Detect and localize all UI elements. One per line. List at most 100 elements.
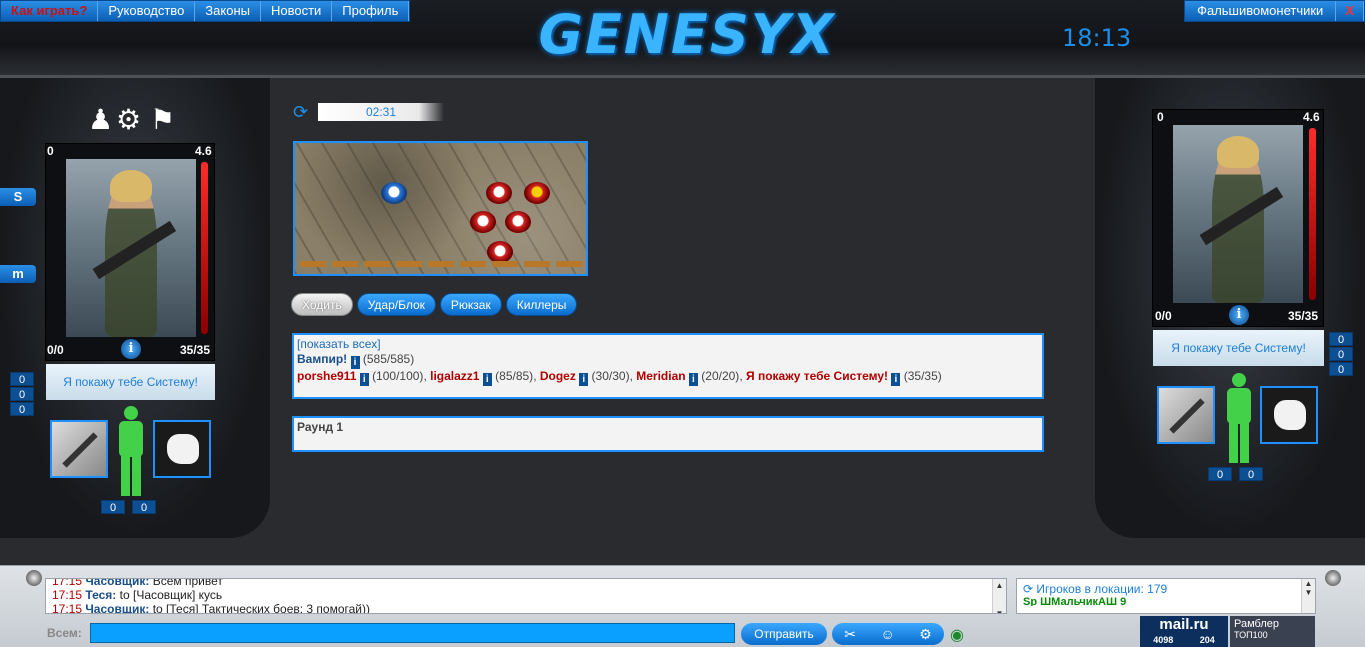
refresh-icon[interactable]: ⟳ xyxy=(1023,582,1033,596)
battle-field[interactable] xyxy=(293,141,588,276)
chat-message-input[interactable] xyxy=(90,623,735,643)
right-info-icon[interactable]: i xyxy=(1229,305,1249,325)
chat-line: 17:15 Теся: to [Часовщик] кусь xyxy=(52,588,223,602)
left-player-name[interactable]: Я покажу тебе Систему! xyxy=(46,364,215,400)
fist-icon xyxy=(167,434,199,464)
red-team-player[interactable]: Я покажу тебе Систему! xyxy=(746,369,888,383)
turn-timer: 02:31 xyxy=(318,103,444,121)
left-body-doll xyxy=(111,406,151,496)
right-stat-right: 4.6 xyxy=(1303,110,1320,124)
left-side-count: 0 xyxy=(10,402,34,416)
left-stat-right: 4.6 xyxy=(195,144,212,158)
tab-attack-block[interactable]: Удар/Блок xyxy=(356,293,436,316)
show-all-link[interactable]: [показать всех] xyxy=(297,337,381,351)
left-bottom-count: 0 xyxy=(132,500,156,514)
send-button[interactable]: Отправить xyxy=(741,623,827,645)
right-body-doll xyxy=(1219,373,1259,463)
enemy-unit-icon[interactable] xyxy=(486,182,512,204)
smiley-icon[interactable]: ☺ xyxy=(880,623,894,645)
red-team-player[interactable]: porshe911 xyxy=(297,369,356,383)
right-counter-right: 35/35 xyxy=(1288,309,1319,323)
player-hp: (30/30) xyxy=(591,369,630,383)
gear-icon[interactable]: ⚙ xyxy=(919,623,932,645)
ally-unit-icon[interactable] xyxy=(381,182,407,204)
enemy-unit-icon[interactable] xyxy=(487,241,513,263)
right-fist-slot[interactable] xyxy=(1260,386,1318,444)
left-fist-slot[interactable] xyxy=(153,420,211,478)
scissors-icon[interactable]: ✂ xyxy=(844,623,856,645)
info-icon[interactable]: i xyxy=(359,373,369,386)
right-side-count: 0 xyxy=(1329,362,1353,376)
enemy-unit-icon[interactable] xyxy=(470,211,496,233)
right-player-avatar[interactable] xyxy=(1173,125,1303,303)
location-nav: Фальшивомонетчики X xyxy=(1184,0,1365,22)
online-player-row[interactable]: Sp ШМальчикАШ 9 xyxy=(1023,596,1309,606)
nav-laws[interactable]: Законы xyxy=(195,1,261,21)
nav-news[interactable]: Новости xyxy=(261,1,333,21)
nav-how-to-play[interactable]: Как играть? xyxy=(1,1,99,21)
red-team-player[interactable]: Dogez xyxy=(540,369,576,383)
chat-tools: ✂ ☺ ⚙ xyxy=(832,623,944,645)
online-scrollbar[interactable]: ▲ ▼ xyxy=(1301,579,1315,613)
right-stat-left: 0 xyxy=(1157,110,1164,124)
factory-icon[interactable]: ⚑ xyxy=(150,106,175,134)
gear-icon[interactable]: ⚙ xyxy=(116,106,141,134)
info-icon[interactable]: i xyxy=(688,373,698,386)
genesyx-logo: GENESYX xyxy=(538,3,836,66)
left-bottom-count: 0 xyxy=(101,500,125,514)
tab-backpack[interactable]: Рюкзак xyxy=(439,293,502,316)
left-info-icon[interactable]: i xyxy=(121,339,141,359)
close-button[interactable]: X xyxy=(1336,1,1364,21)
top-bar: Как играть? Руководство Законы Новости П… xyxy=(0,0,1365,78)
blue-team-player[interactable]: Вампир! xyxy=(297,352,347,366)
player-hp: (100/100) xyxy=(372,369,424,383)
info-icon[interactable]: i xyxy=(579,373,589,386)
globe-icon[interactable]: ◉ xyxy=(950,625,964,645)
chat-scrollbar[interactable]: ▲ ▼ xyxy=(992,579,1006,613)
online-count: Игроков в локации: 179 xyxy=(1036,582,1168,596)
user-icon[interactable]: ♟ xyxy=(88,106,113,134)
right-hp-bar xyxy=(1309,128,1316,300)
side-icon-m[interactable]: m xyxy=(0,265,36,283)
info-icon[interactable]: i xyxy=(350,356,360,369)
left-stat-left: 0 xyxy=(47,144,54,158)
fist-icon xyxy=(1274,400,1306,430)
right-bottom-count: 0 xyxy=(1208,467,1232,481)
nav-guide[interactable]: Руководство xyxy=(98,1,196,21)
right-bottom-count: 0 xyxy=(1239,467,1263,481)
main-nav: Как играть? Руководство Законы Новости П… xyxy=(0,0,411,22)
participants-box: [показать всех] Вампир! i (585/585) pors… xyxy=(292,333,1044,399)
red-team-player[interactable]: ligalazz1 xyxy=(430,369,479,383)
enemy-unit-icon[interactable] xyxy=(524,182,550,204)
red-team-player[interactable]: Meridian xyxy=(636,369,685,383)
left-side-count: 0 xyxy=(10,372,34,386)
nav-profile[interactable]: Профиль xyxy=(332,1,410,21)
left-counter-right: 35/35 xyxy=(180,343,211,357)
right-side-count: 0 xyxy=(1329,332,1353,346)
enemy-unit-icon[interactable] xyxy=(505,211,531,233)
mailru-counter[interactable]: mail.ru 4098 204 xyxy=(1140,616,1228,647)
player-hp: (20/20) xyxy=(701,369,740,383)
right-side-count: 0 xyxy=(1329,347,1353,361)
corner-bolt-icon xyxy=(26,570,42,586)
side-icon-s[interactable]: S xyxy=(0,188,36,206)
refresh-icon[interactable]: ⟳ xyxy=(293,102,308,122)
battle-log: Раунд 1 xyxy=(292,416,1044,452)
battle-tabs: Ходить Удар/Блок Рюкзак Киллеры xyxy=(291,293,578,316)
player-hp: (85/85) xyxy=(495,369,534,383)
left-counter-left: 0/0 xyxy=(47,343,64,357)
tab-killers[interactable]: Киллеры xyxy=(505,293,578,316)
chat-line: 17:15 Часовщик: to [Теся] Тактических бо… xyxy=(52,602,371,614)
rambler-top100[interactable]: Рамблер ТОП100 xyxy=(1230,616,1315,647)
right-weapon-slot[interactable] xyxy=(1157,386,1215,444)
tab-move[interactable]: Ходить xyxy=(291,293,353,316)
field-border-strip xyxy=(300,261,585,267)
location-link[interactable]: Фальшивомонетчики xyxy=(1185,1,1337,21)
right-player-name[interactable]: Я покажу тебе Систему! xyxy=(1153,330,1324,366)
left-weapon-slot[interactable] xyxy=(50,420,108,478)
online-players: ⟳ Игроков в локации: 179 Sp ШМальчикАШ 9… xyxy=(1016,578,1316,614)
left-player-avatar[interactable] xyxy=(66,159,196,337)
info-icon[interactable]: i xyxy=(891,373,901,386)
chat-log[interactable]: 17:15 Часовщик: Всем привет 17:15 Теся: … xyxy=(45,578,1007,614)
info-icon[interactable]: i xyxy=(482,373,492,386)
